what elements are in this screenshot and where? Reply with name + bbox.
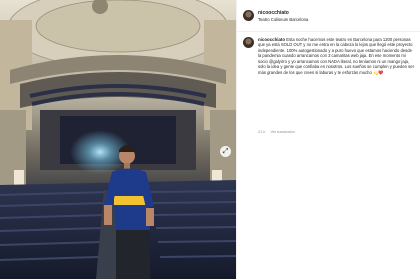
post-header: nicoocchiato Teatro Coliseum Barcelona [237,0,420,32]
expand-arrows-icon: ⤢ [222,148,229,155]
caption-avatar[interactable] [243,37,254,48]
expand-button[interactable]: ⤢ [220,146,231,157]
post-panel: nicoocchiato Teatro Coliseum Barcelona n… [236,0,420,279]
caption-section: nicoocchiato Esta noche hacemos este tea… [237,32,420,252]
theater-image [0,0,236,279]
caption-text: nicoocchiato Esta noche hacemos este tea… [258,37,414,75]
post-time[interactable]: 21 h [258,130,265,134]
caption-username-link[interactable]: nicoocchiato [258,37,285,42]
location-link[interactable]: Teatro Coliseum Barcelona [258,17,308,22]
avatar[interactable] [243,10,254,21]
post-meta: 21 h Ver traducción [258,130,299,134]
username-link[interactable]: nicoocchiato [258,10,289,16]
see-translation-link[interactable]: Ver traducción [270,130,294,134]
post-photo[interactable]: ⤢ [0,0,236,279]
caption-body: Esta noche hacemos este teatro en Barcel… [258,37,414,75]
